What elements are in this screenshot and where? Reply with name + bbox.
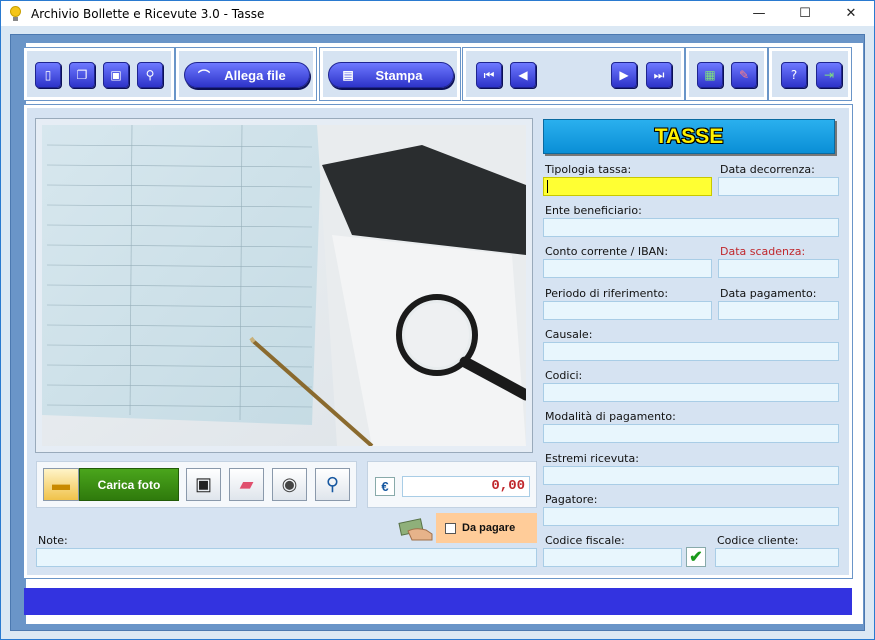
photo-toolbar: ▬ Carica foto ▣ ▰ ◉ ⚲ bbox=[36, 461, 357, 508]
ente-beneficiario-field[interactable] bbox=[543, 218, 839, 237]
maximize-button[interactable]: ☐ bbox=[782, 1, 828, 26]
paperclip-icon: ⌒ bbox=[197, 68, 210, 83]
last-record-button[interactable]: ⏭ bbox=[646, 62, 672, 88]
close-button[interactable]: ✕ bbox=[828, 1, 874, 26]
minimize-button[interactable]: — bbox=[736, 1, 782, 26]
eraser-icon: ▰ bbox=[239, 474, 254, 494]
codice-fiscale-field[interactable] bbox=[543, 548, 682, 567]
record-photo[interactable] bbox=[35, 118, 533, 453]
da-pagare-checkbox[interactable] bbox=[445, 522, 456, 534]
status-bar bbox=[24, 588, 852, 615]
print-button[interactable]: ▤ Stampa bbox=[328, 62, 454, 88]
copy-record-button[interactable]: ❐ bbox=[69, 62, 95, 88]
folder-icon: ▬ bbox=[52, 474, 70, 494]
attach-file-label: Allega file bbox=[224, 67, 286, 83]
printer-icon: ▤ bbox=[342, 68, 354, 82]
load-photo-button[interactable]: Carica foto bbox=[79, 468, 179, 501]
codici-field[interactable] bbox=[543, 383, 839, 402]
text-caret bbox=[547, 180, 548, 193]
title-bar: Archivio Bollette e Ricevute 3.0 - Tasse… bbox=[1, 1, 874, 26]
verify-codice-fiscale-button[interactable]: ✔ bbox=[686, 547, 706, 567]
next-record-icon: ▶ bbox=[619, 68, 629, 82]
lightbulb-icon bbox=[9, 5, 23, 22]
causale-field[interactable] bbox=[543, 342, 839, 361]
new-record-icon: ▯ bbox=[44, 68, 52, 82]
data-decorrenza-label: Data decorrenza: bbox=[720, 163, 815, 176]
exit-icon: ⇥ bbox=[823, 68, 835, 82]
copy-icon: ❐ bbox=[76, 68, 88, 82]
tipologia-tassa-field[interactable] bbox=[543, 177, 712, 196]
codici-label: Codici: bbox=[545, 369, 583, 382]
first-record-button[interactable]: ⏮ bbox=[476, 62, 502, 88]
tax-form-photo-image bbox=[42, 125, 526, 446]
data-scadenza-field[interactable] bbox=[718, 259, 839, 278]
modalita-pagamento-field[interactable] bbox=[543, 424, 839, 443]
help-button[interactable]: ? bbox=[781, 62, 807, 88]
amount-panel: € 0,00 bbox=[367, 461, 537, 508]
zoom-photo-button[interactable]: ⚲ bbox=[315, 468, 350, 501]
save-photo-button[interactable]: ▣ bbox=[186, 468, 221, 501]
search-icon: ⚲ bbox=[145, 68, 155, 82]
first-record-icon: ⏮ bbox=[483, 67, 495, 82]
conto-corrente-field[interactable] bbox=[543, 259, 712, 278]
webcam-icon: ◉ bbox=[281, 474, 298, 494]
excel-export-icon: ▦ bbox=[704, 68, 716, 82]
data-scadenza-label: Data scadenza: bbox=[720, 245, 806, 258]
codice-cliente-field[interactable] bbox=[715, 548, 839, 567]
section-title: TASSE bbox=[543, 119, 835, 154]
pagatore-label: Pagatore: bbox=[545, 493, 598, 506]
webcam-button[interactable]: ◉ bbox=[272, 468, 307, 501]
delete-photo-button[interactable]: ▰ bbox=[229, 468, 264, 501]
note-label: Note: bbox=[38, 534, 68, 547]
save-icon: ▣ bbox=[110, 68, 122, 82]
settings-button[interactable]: ✎ bbox=[731, 62, 757, 88]
exit-button[interactable]: ⇥ bbox=[816, 62, 842, 88]
previous-record-icon: ◀ bbox=[518, 68, 528, 82]
data-decorrenza-field[interactable] bbox=[718, 177, 839, 196]
attach-file-button[interactable]: ⌒ Allega file bbox=[184, 62, 310, 88]
new-record-button[interactable]: ▯ bbox=[35, 62, 61, 88]
excel-export-button[interactable]: ▦ bbox=[697, 62, 723, 88]
toolbar-group-attach: ⌒ Allega file bbox=[175, 47, 317, 101]
floppy-disk-icon: ▣ bbox=[194, 474, 212, 494]
note-field[interactable] bbox=[36, 548, 537, 567]
open-folder-button[interactable]: ▬ bbox=[43, 468, 79, 501]
last-record-icon: ⏭ bbox=[653, 67, 665, 82]
causale-label: Causale: bbox=[545, 328, 593, 341]
money-hand-icon bbox=[398, 518, 433, 541]
toolbar-group-navigation: ⏮ ◀ ▶ ⏭ bbox=[462, 47, 685, 101]
data-pagamento-label: Data pagamento: bbox=[720, 287, 817, 300]
toolbar-group-records: ▯ ❐ ▣ ⚲ bbox=[23, 47, 175, 101]
checkmark-icon: ✔ bbox=[689, 549, 703, 566]
modalita-pagamento-label: Modalità di pagamento: bbox=[545, 410, 676, 423]
pagatore-field[interactable] bbox=[543, 507, 839, 526]
save-record-button[interactable]: ▣ bbox=[103, 62, 129, 88]
amount-field[interactable]: 0,00 bbox=[402, 476, 530, 497]
estremi-ricevuta-field[interactable] bbox=[543, 466, 839, 485]
next-record-button[interactable]: ▶ bbox=[611, 62, 637, 88]
toolbar-group-tools: ▦ ✎ bbox=[685, 47, 768, 101]
toolbar-group-help: ? ⇥ bbox=[768, 47, 852, 101]
euro-icon: € bbox=[375, 477, 395, 496]
ente-beneficiario-label: Ente beneficiario: bbox=[545, 204, 642, 217]
codice-cliente-label: Codice cliente: bbox=[717, 534, 799, 547]
periodo-riferimento-label: Periodo di riferimento: bbox=[545, 287, 669, 300]
estremi-ricevuta-label: Estremi ricevuta: bbox=[545, 452, 639, 465]
da-pagare-toggle[interactable]: Da pagare bbox=[436, 513, 537, 543]
data-pagamento-field[interactable] bbox=[718, 301, 839, 320]
periodo-riferimento-field[interactable] bbox=[543, 301, 712, 320]
search-record-button[interactable]: ⚲ bbox=[137, 62, 163, 88]
conto-corrente-label: Conto corrente / IBAN: bbox=[545, 245, 669, 258]
magnifier-icon: ⚲ bbox=[325, 474, 340, 494]
da-pagare-label: Da pagare bbox=[462, 522, 516, 534]
previous-record-button[interactable]: ◀ bbox=[510, 62, 536, 88]
window-title: Archivio Bollette e Ricevute 3.0 - Tasse bbox=[31, 6, 265, 21]
help-icon: ? bbox=[790, 68, 798, 82]
codice-fiscale-label: Codice fiscale: bbox=[545, 534, 625, 547]
app-window: Archivio Bollette e Ricevute 3.0 - Tasse… bbox=[0, 0, 875, 640]
toolbar-group-print: ▤ Stampa bbox=[319, 47, 461, 101]
tipologia-tassa-label: Tipologia tassa: bbox=[545, 163, 632, 176]
settings-icon: ✎ bbox=[738, 68, 750, 82]
print-label: Stampa bbox=[375, 67, 423, 83]
